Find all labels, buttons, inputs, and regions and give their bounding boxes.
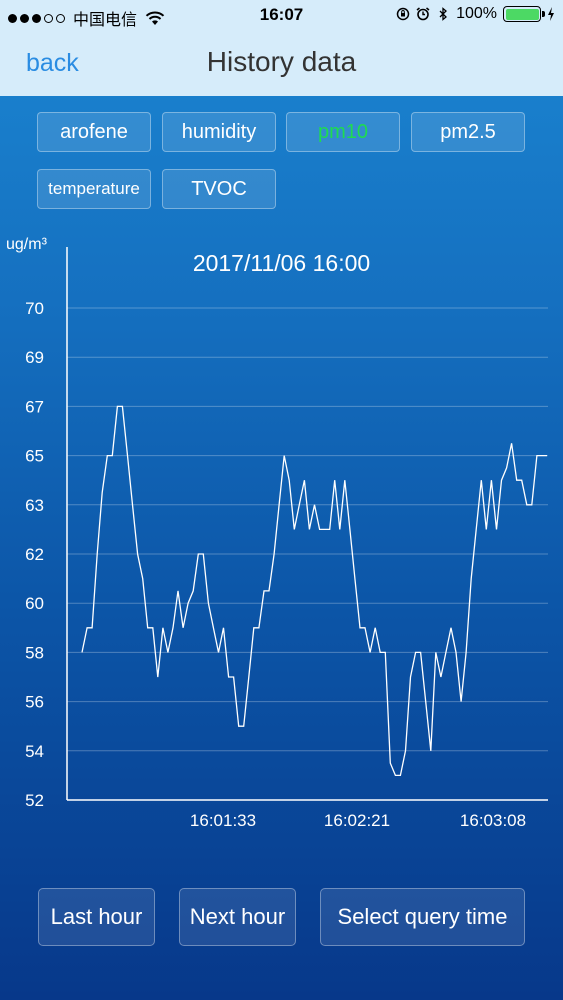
y-tick-label: 67 <box>25 397 44 416</box>
next-hour-button[interactable]: Next hour <box>179 888 296 946</box>
y-tick-label: 70 <box>25 299 44 318</box>
tab-humidity[interactable]: humidity <box>162 112 276 152</box>
x-axis-ticks: 16:01:33 16:02:21 16:03:08 <box>190 811 526 830</box>
bluetooth-icon <box>439 7 448 21</box>
battery-icon <box>503 6 545 22</box>
battery-tip <box>542 11 545 17</box>
navigation-bar: back History data <box>0 32 563 96</box>
y-tick-label: 65 <box>25 447 44 466</box>
y-tick-label: 54 <box>25 742 44 761</box>
line-chart: 5254565860626365676970 16:01:33 16:02:21 1… <box>25 247 548 830</box>
last-hour-button[interactable]: Last hour <box>38 888 155 946</box>
status-bar: 中国电信 16:07 100% <box>0 0 563 32</box>
rotation-lock-icon <box>396 7 410 21</box>
battery-fill <box>505 8 539 20</box>
charging-icon <box>548 7 554 21</box>
chart-series <box>81 405 547 777</box>
top-bar: 中国电信 16:07 100% back History data <box>0 0 563 96</box>
tab-pm2-5[interactable]: pm2.5 <box>411 112 525 152</box>
x-tick-label: 16:02:21 <box>324 811 390 830</box>
tab-arofene[interactable]: arofene <box>37 112 151 152</box>
battery-percent: 100% <box>456 5 497 22</box>
x-tick-label: 16:03:08 <box>460 811 526 830</box>
y-tick-label: 69 <box>25 348 44 367</box>
alarm-icon <box>416 7 430 21</box>
y-tick-label: 52 <box>25 791 44 810</box>
y-tick-label: 56 <box>25 693 44 712</box>
tab-pm10[interactable]: pm10 <box>286 112 400 152</box>
y-tick-label: 62 <box>25 545 44 564</box>
tab-tvoc[interactable]: TVOC <box>162 169 276 209</box>
series-line <box>81 405 547 777</box>
y-axis-ticks: 52 54 56 58 60 62 63 65 67 69 70 <box>25 299 44 810</box>
select-query-time-button[interactable]: Select query time <box>320 888 525 946</box>
y-tick-label: 63 <box>25 496 44 515</box>
y-tick-label: 58 <box>25 643 44 662</box>
page-title: History data <box>206 46 357 77</box>
x-tick-label: 16:01:33 <box>190 811 256 830</box>
y-tick-label: 60 <box>25 594 44 613</box>
status-right: 100% <box>396 5 555 23</box>
app-screen: 中国电信 16:07 100% back History data arofen… <box>0 0 563 1000</box>
tab-temperature[interactable]: temperature <box>37 169 151 209</box>
